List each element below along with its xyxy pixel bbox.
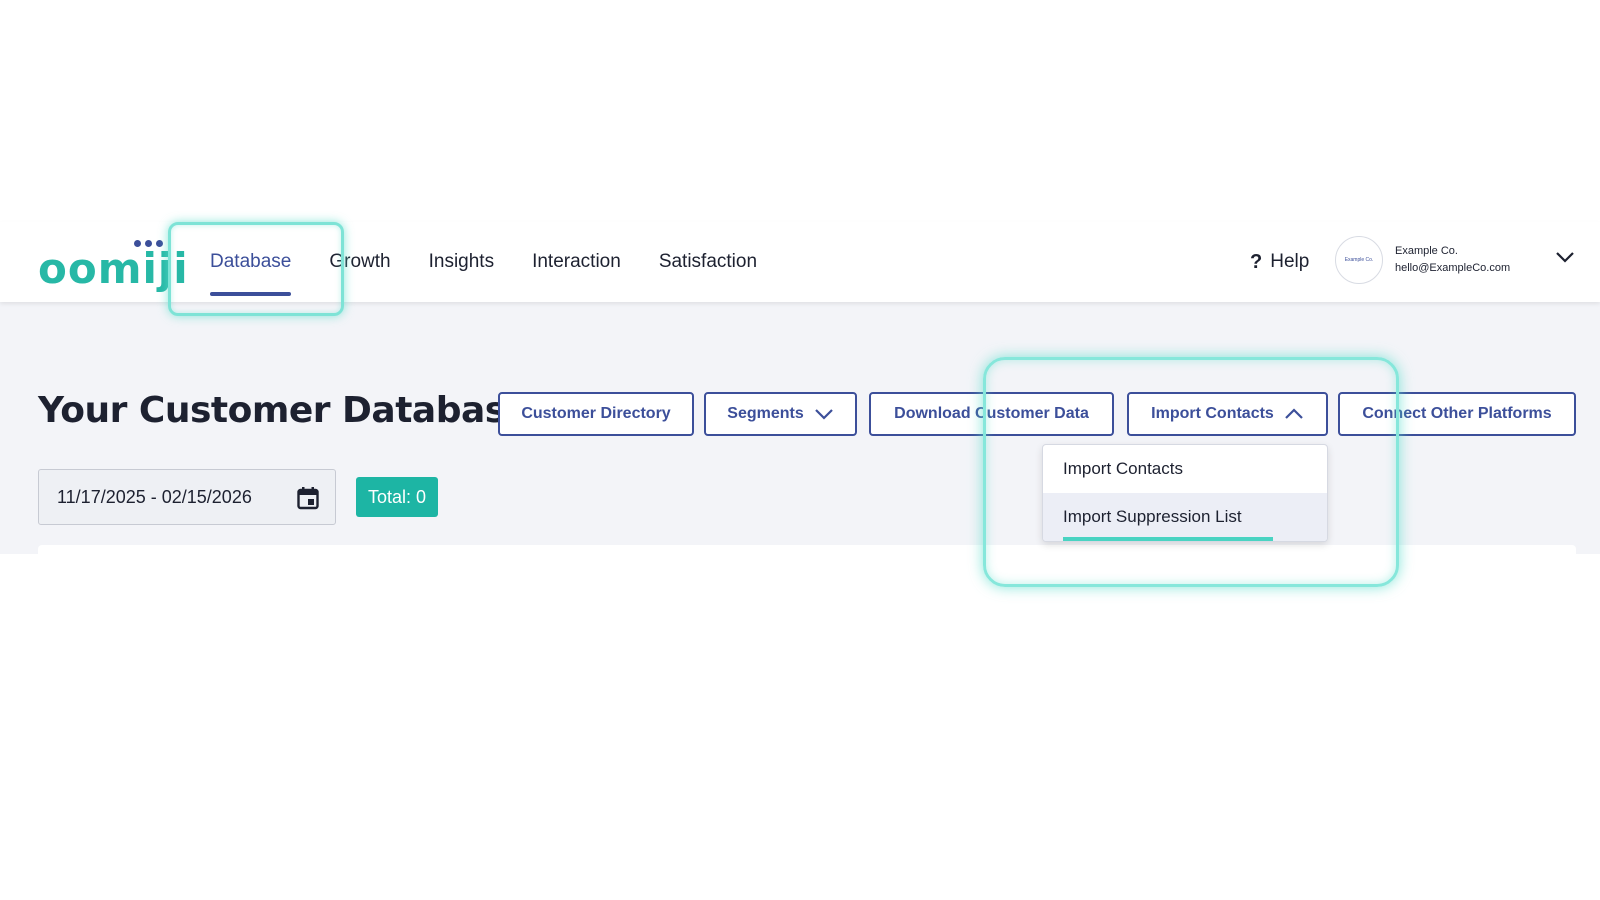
account-info: Example Co. hello@ExampleCo.com (1395, 243, 1510, 277)
import-contacts-menu: Import Contacts Import Suppression List (1042, 444, 1328, 542)
results-card (38, 545, 1576, 565)
nav-tab-database[interactable]: Database (210, 222, 292, 302)
segments-label: Segments (727, 405, 804, 422)
top-header: oomiji Database Growth Insights Interact… (0, 222, 1600, 316)
account-email: hello@ExampleCo.com (1395, 262, 1511, 274)
logo-dots (134, 240, 163, 247)
account-name: Example Co. (1395, 245, 1458, 257)
help-link[interactable]: ? Help (1250, 222, 1309, 302)
nav-tab-satisfaction[interactable]: Satisfaction (659, 222, 757, 302)
connect-other-platforms-button[interactable]: Connect Other Platforms (1338, 392, 1576, 436)
connect-label: Connect Other Platforms (1362, 405, 1552, 422)
calendar-icon[interactable] (297, 486, 319, 510)
company-avatar: Example Co. (1335, 236, 1383, 284)
chevron-down-icon (814, 409, 833, 420)
import-contacts-label: Import Contacts (1151, 405, 1274, 422)
import-contacts-dropdown-button[interactable]: Import Contacts (1127, 392, 1328, 436)
nav-tab-interaction[interactable]: Interaction (532, 222, 621, 302)
segments-dropdown-button[interactable]: Segments (704, 392, 857, 436)
download-customer-data-button[interactable]: Download Customer Data (869, 392, 1114, 436)
hover-underline (1063, 537, 1273, 541)
date-range-value: 11/17/2025 - 02/15/2026 (57, 486, 252, 507)
question-mark-icon: ? (1250, 250, 1263, 273)
account-menu[interactable]: Example Co. Example Co. hello@ExampleCo.… (1335, 236, 1510, 284)
chevron-down-icon[interactable] (1555, 250, 1575, 269)
oomiji-logo[interactable]: oomiji (38, 236, 189, 290)
customer-directory-button[interactable]: Customer Directory (498, 392, 694, 436)
avatar-logo-text: Example Co. (1344, 257, 1374, 263)
main-nav: Database Growth Insights Interaction Sat… (210, 222, 795, 302)
date-range-picker[interactable]: 11/17/2025 - 02/15/2026 (38, 469, 336, 525)
main-content: Your Customer Database Customer Director… (0, 302, 1600, 565)
menu-item-import-contacts[interactable]: Import Contacts (1043, 445, 1327, 493)
nav-tab-insights[interactable]: Insights (429, 222, 494, 302)
customer-directory-label: Customer Directory (521, 405, 671, 422)
chevron-up-icon (1285, 408, 1303, 419)
nav-tab-growth[interactable]: Growth (329, 222, 390, 302)
menu-item-import-suppression-list[interactable]: Import Suppression List (1043, 493, 1327, 541)
page-title: Your Customer Database (38, 390, 530, 431)
download-label: Download Customer Data (894, 405, 1089, 422)
logo-text: oomiji (38, 244, 189, 293)
import-suppression-label: Import Suppression List (1063, 507, 1242, 526)
help-label: Help (1270, 251, 1310, 272)
total-badge: Total: 0 (356, 477, 439, 517)
